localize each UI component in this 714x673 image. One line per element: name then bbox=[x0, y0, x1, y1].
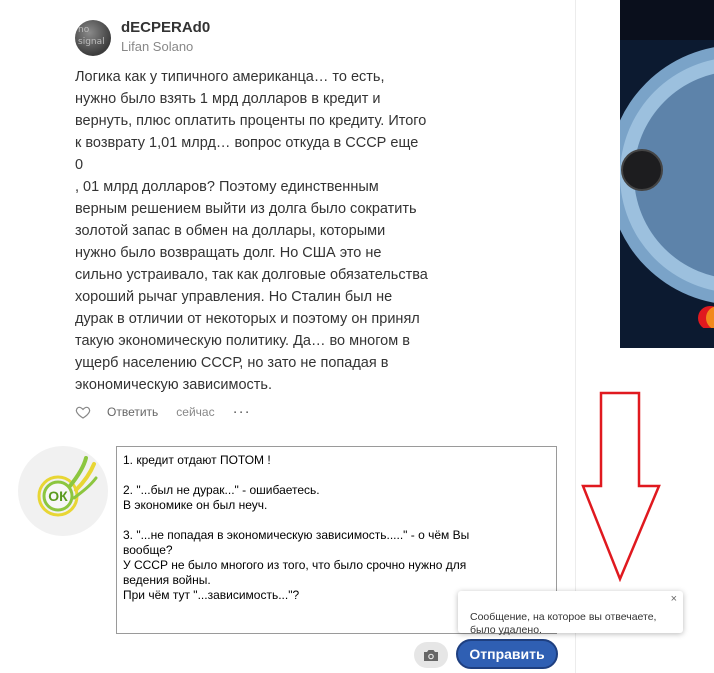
post-actions: Ответить сейчас ··· bbox=[75, 402, 251, 422]
attach-photo-button[interactable] bbox=[414, 642, 448, 668]
reply-link[interactable]: Ответить bbox=[107, 405, 158, 419]
deleted-message-toast: Сообщение, на которое вы отвечаете, было… bbox=[458, 591, 683, 636]
ok-logo-text: ОК bbox=[48, 488, 68, 504]
author-subtitle[interactable]: Lifan Solano bbox=[121, 39, 193, 54]
camera-icon bbox=[424, 650, 438, 661]
post-text: Логика как у типичного американца… то ес… bbox=[75, 69, 428, 393]
side-ad-image[interactable] bbox=[620, 0, 714, 348]
heart-icon[interactable] bbox=[75, 404, 91, 420]
red-arrow-annotation bbox=[581, 391, 661, 582]
planet-illustration bbox=[620, 0, 714, 348]
close-icon[interactable]: × bbox=[671, 593, 677, 606]
author-avatar[interactable]: no signal bbox=[75, 20, 111, 56]
author-name[interactable]: dECPERAd0 bbox=[121, 19, 210, 36]
avatar-caption: no signal bbox=[78, 25, 105, 47]
send-button[interactable]: Отправить bbox=[456, 639, 558, 669]
user-avatar-ok-logo[interactable]: ОК bbox=[18, 446, 108, 536]
post-time: сейчас bbox=[176, 405, 215, 419]
ok-logo-icon: ОК bbox=[37, 456, 98, 517]
toast-message: Сообщение, на которое вы отвечаете, было… bbox=[470, 611, 657, 636]
more-options-icon[interactable]: ··· bbox=[233, 404, 251, 419]
